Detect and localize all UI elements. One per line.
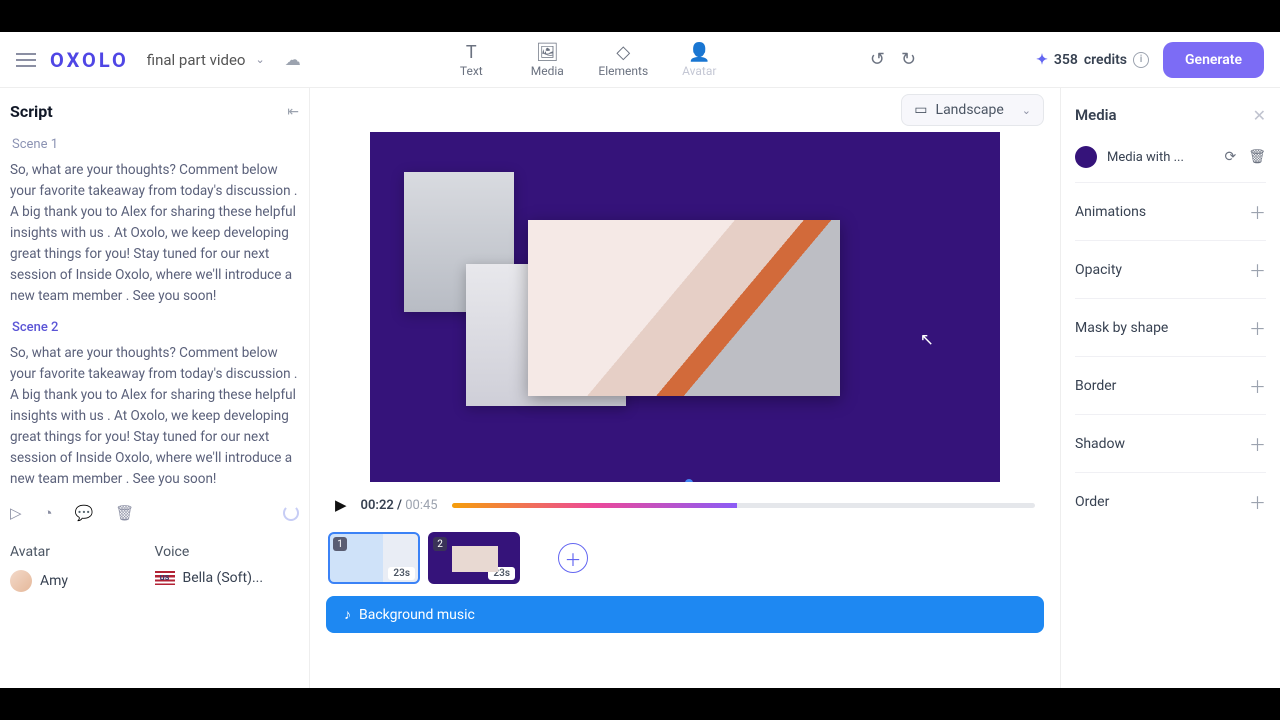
prop-animations[interactable]: Animations＋ <box>1075 182 1266 240</box>
scene-label[interactable]: Scene 1 <box>12 137 297 152</box>
duration-icon[interactable]: ◔ <box>44 504 53 522</box>
time-display: 00:22 / 00:45 <box>361 498 438 513</box>
voice-heading: Voice <box>155 544 300 560</box>
scene-text[interactable]: So, what are your thoughts? Comment belo… <box>10 160 299 306</box>
project-title-dropdown[interactable]: final part video ⌄ <box>147 51 265 69</box>
main-body: Script ⇤ Scene 1 So, what are your thoug… <box>0 88 1280 688</box>
history-controls: ↺ ↻ <box>870 49 916 70</box>
plus-icon: ＋ <box>1249 431 1266 456</box>
scene-thumbnail[interactable]: 1 23s <box>328 532 420 584</box>
chevron-down-icon: ⌄ <box>255 53 264 66</box>
tool-media[interactable]: 🖼 Media <box>511 36 583 84</box>
canvas-media-layer[interactable] <box>528 220 840 396</box>
plus-icon: ＋ <box>1249 315 1266 340</box>
voice-selector[interactable]: us Bella (Soft)... <box>155 570 300 586</box>
loading-spinner-icon <box>283 505 299 521</box>
scene-strip: 1 23s 2 23s ＋ <box>328 532 1044 584</box>
collapse-panel-icon[interactable]: ⇤ <box>287 104 299 120</box>
delete-script-icon[interactable]: 🗑 <box>115 504 134 522</box>
scene-label[interactable]: Scene 2 <box>12 320 297 335</box>
progress-marker[interactable] <box>685 479 693 482</box>
avatar-heading: Avatar <box>10 544 155 560</box>
inspector-title: Media <box>1075 106 1117 124</box>
landscape-icon: ▭ <box>914 102 927 118</box>
playback-bar: ▶ 00:22 / 00:45 <box>335 496 1035 514</box>
plus-icon: ＋ <box>1249 257 1266 282</box>
script-heading: Script <box>10 102 53 121</box>
prop-order[interactable]: Order＋ <box>1075 472 1266 530</box>
tool-elements[interactable]: ◇ Elements <box>587 36 659 84</box>
info-icon[interactable]: i <box>1133 52 1149 68</box>
play-script-icon[interactable]: ▷ <box>10 504 22 522</box>
cloud-sync-icon[interactable]: ☁ <box>285 50 301 69</box>
tool-avatar: 👤 Avatar <box>663 36 735 84</box>
avatar-selector[interactable]: Amy <box>10 570 155 592</box>
undo-icon[interactable]: ↺ <box>870 49 885 70</box>
scene-thumbnail[interactable]: 2 23s <box>428 532 520 584</box>
logo: OXOLO <box>50 48 129 72</box>
prop-border[interactable]: Border＋ <box>1075 356 1266 414</box>
generate-button[interactable]: Generate <box>1163 42 1264 78</box>
scene-text[interactable]: So, what are your thoughts? Comment belo… <box>10 343 299 489</box>
text-icon: T <box>466 42 477 64</box>
top-bar: OXOLO final part video ⌄ ☁ T Text 🖼 Medi… <box>0 32 1280 88</box>
sparkle-icon: ✦ <box>1036 52 1048 68</box>
avatar-thumbnail <box>10 570 32 592</box>
prop-opacity[interactable]: Opacity＋ <box>1075 240 1266 298</box>
canvas-area: ▭ Landscape ⌄ ↖ ▶ 00:22 / 00:45 <box>310 88 1060 688</box>
orientation-dropdown[interactable]: ▭ Landscape ⌄ <box>901 94 1044 126</box>
add-scene-button[interactable]: ＋ <box>558 543 588 573</box>
delete-icon[interactable]: 🗑 <box>1248 149 1266 165</box>
prop-mask[interactable]: Mask by shape＋ <box>1075 298 1266 356</box>
music-icon: ♪ <box>344 606 351 623</box>
cursor-icon: ↖ <box>920 330 934 350</box>
app-frame: OXOLO final part video ⌄ ☁ T Text 🖼 Medi… <box>0 32 1280 688</box>
menu-icon[interactable] <box>16 49 36 71</box>
shapes-icon: ◇ <box>616 42 630 64</box>
flag-icon: us <box>155 571 175 585</box>
script-actions: ▷ ◔ 💬 🗑 <box>10 504 299 522</box>
inspector-panel: Media ✕ Media with ... ⟳ 🗑 Animations＋ O… <box>1060 88 1280 688</box>
play-icon[interactable]: ▶ <box>335 496 347 514</box>
color-swatch <box>1075 146 1097 168</box>
image-icon: 🖼 <box>536 42 559 64</box>
plus-icon: ＋ <box>1249 489 1266 514</box>
tool-tabs: T Text 🖼 Media ◇ Elements 👤 Avatar <box>435 36 735 84</box>
chevron-down-icon: ⌄ <box>1022 104 1031 117</box>
prop-shadow[interactable]: Shadow＋ <box>1075 414 1266 472</box>
plus-icon: ＋ <box>1249 199 1266 224</box>
avatar-icon: 👤 <box>688 42 710 64</box>
selected-media-item[interactable]: Media with ... ⟳ 🗑 <box>1075 132 1266 182</box>
replace-icon[interactable]: ⟳ <box>1224 149 1236 165</box>
plus-icon: ＋ <box>1249 373 1266 398</box>
project-title: final part video <box>147 51 246 69</box>
redo-icon[interactable]: ↻ <box>901 49 916 70</box>
close-icon[interactable]: ✕ <box>1253 106 1266 125</box>
video-canvas[interactable]: ↖ <box>370 132 1000 482</box>
script-panel: Script ⇤ Scene 1 So, what are your thoug… <box>0 88 310 688</box>
credits-display[interactable]: ✦ 358 credits i <box>1036 52 1149 68</box>
background-music-button[interactable]: ♪ Background music <box>326 596 1044 633</box>
seek-fill <box>452 503 738 508</box>
comment-icon[interactable]: 💬 <box>75 504 94 522</box>
tool-text[interactable]: T Text <box>435 36 507 84</box>
seek-track[interactable] <box>452 503 1035 508</box>
